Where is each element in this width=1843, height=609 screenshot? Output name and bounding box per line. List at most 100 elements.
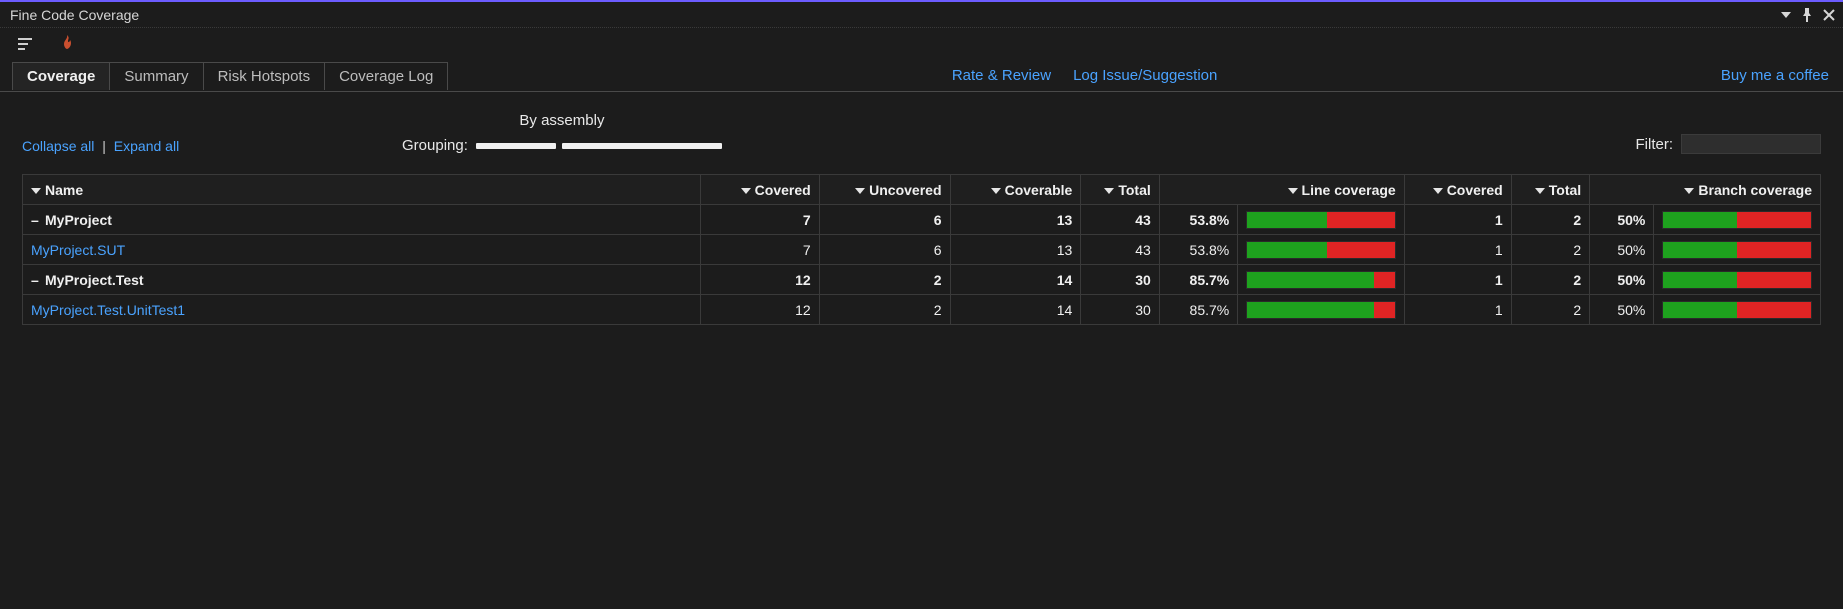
coverage-bar-uncovered: [1737, 302, 1811, 318]
coverage-bar: [1662, 241, 1812, 259]
log-issue-link[interactable]: Log Issue/Suggestion: [1073, 67, 1217, 84]
sort-icon: [31, 188, 41, 194]
sort-icon: [1684, 188, 1694, 194]
sort-icon: [1535, 188, 1545, 194]
window-options-dropdown-icon[interactable]: [1781, 12, 1791, 18]
coverage-bar-covered: [1247, 242, 1326, 258]
class-link[interactable]: MyProject.Test.UnitTest1: [31, 302, 185, 318]
branch-total-cell: 2: [1511, 235, 1589, 265]
header-row: Name Covered Uncovered Coverable Total L…: [23, 175, 1821, 205]
uncovered-cell: 2: [819, 265, 950, 295]
uncovered-cell: 6: [819, 205, 950, 235]
collapse-icon[interactable]: –: [31, 272, 45, 288]
line-bar-cell: [1238, 235, 1404, 265]
uncovered-cell: 2: [819, 295, 950, 325]
coverage-bar-covered: [1663, 272, 1737, 288]
col-total[interactable]: Total: [1081, 175, 1159, 205]
rate-review-link[interactable]: Rate & Review: [952, 67, 1051, 84]
name-cell: MyProject.SUT: [23, 235, 701, 265]
total-cell: 43: [1081, 205, 1159, 235]
covered-cell: 12: [700, 265, 819, 295]
col-covered[interactable]: Covered: [700, 175, 819, 205]
line-bar-cell: [1238, 265, 1404, 295]
col-total-label: Total: [1118, 182, 1150, 198]
total-cell: 30: [1081, 265, 1159, 295]
collapse-all-link[interactable]: Collapse all: [22, 138, 94, 154]
filter-input[interactable]: [1681, 134, 1821, 154]
coverage-bar-uncovered: [1737, 212, 1811, 228]
col-branch-coverage[interactable]: Branch coverage: [1590, 175, 1821, 205]
grouping-slider[interactable]: [476, 143, 722, 149]
col-uncovered[interactable]: Uncovered: [819, 175, 950, 205]
slider-track-right[interactable]: [562, 143, 722, 149]
coverable-cell: 13: [950, 205, 1081, 235]
col-coverable[interactable]: Coverable: [950, 175, 1081, 205]
branch-pct-cell: 50%: [1590, 205, 1654, 235]
branch-bar-cell: [1654, 265, 1821, 295]
class-row: MyProject.SUT76134353.8%1250%: [23, 235, 1821, 265]
uncovered-cell: 6: [819, 235, 950, 265]
coverable-cell: 13: [950, 235, 1081, 265]
class-link[interactable]: MyProject.SUT: [31, 242, 125, 258]
tab-summary[interactable]: Summary: [110, 63, 203, 90]
col-coverable-label: Coverable: [1005, 182, 1073, 198]
toolbar: [0, 28, 1843, 60]
pin-icon[interactable]: [1801, 8, 1813, 22]
tab-coverage-log[interactable]: Coverage Log: [325, 63, 447, 90]
right-link: Buy me a coffee: [1721, 67, 1829, 84]
center-links: Rate & Review Log Issue/Suggestion: [448, 67, 1721, 84]
col-line-coverage[interactable]: Line coverage: [1159, 175, 1404, 205]
assembly-row: –MyProject.Test122143085.7%1250%: [23, 265, 1821, 295]
sort-icon: [1433, 188, 1443, 194]
branch-covered-cell: 1: [1404, 235, 1511, 265]
window-buttons: [1781, 8, 1837, 22]
expand-all-link[interactable]: Expand all: [114, 138, 179, 154]
line-pct-cell: 53.8%: [1159, 235, 1237, 265]
branch-pct-cell: 50%: [1590, 235, 1654, 265]
coverage-bar: [1662, 271, 1812, 289]
buy-coffee-link[interactable]: Buy me a coffee: [1721, 67, 1829, 84]
coverable-cell: 14: [950, 265, 1081, 295]
collapse-icon[interactable]: –: [31, 212, 45, 228]
branch-pct-cell: 50%: [1590, 295, 1654, 325]
sort-icon: [855, 188, 865, 194]
window-title-bar: Fine Code Coverage: [0, 2, 1843, 28]
coverage-tool-icon[interactable]: [16, 33, 38, 55]
branch-bar-cell: [1654, 235, 1821, 265]
coverage-bar: [1246, 241, 1395, 259]
close-icon[interactable]: [1823, 9, 1835, 21]
branch-covered-cell: 1: [1404, 205, 1511, 235]
coverage-bar-covered: [1247, 272, 1373, 288]
line-pct-cell: 85.7%: [1159, 265, 1237, 295]
coverage-bar-uncovered: [1737, 242, 1811, 258]
col-name[interactable]: Name: [23, 175, 701, 205]
assembly-name: MyProject: [45, 212, 112, 228]
grouping-mode-label: By assembly: [402, 112, 722, 129]
col-branch-total[interactable]: Total: [1511, 175, 1589, 205]
col-covered-label: Covered: [755, 182, 811, 198]
flame-icon[interactable]: [56, 33, 78, 55]
tab-row: CoverageSummaryRisk HotspotsCoverage Log…: [0, 60, 1843, 92]
branch-pct-cell: 50%: [1590, 265, 1654, 295]
coverage-bar-uncovered: [1327, 242, 1395, 258]
sort-icon: [741, 188, 751, 194]
line-bar-cell: [1238, 295, 1404, 325]
covered-cell: 7: [700, 235, 819, 265]
name-cell: MyProject.Test.UnitTest1: [23, 295, 701, 325]
tab-risk-hotspots[interactable]: Risk Hotspots: [204, 63, 326, 90]
branch-bar-cell: [1654, 295, 1821, 325]
coverage-bar: [1246, 211, 1395, 229]
grouping-label: Grouping:: [402, 137, 468, 154]
col-branch-coverage-label: Branch coverage: [1698, 182, 1812, 198]
coverage-bar-covered: [1247, 212, 1326, 228]
slider-track-left[interactable]: [476, 143, 556, 149]
filter-label: Filter:: [1636, 136, 1674, 153]
col-line-coverage-label: Line coverage: [1302, 182, 1396, 198]
sort-icon: [1104, 188, 1114, 194]
sort-icon: [1288, 188, 1298, 194]
tab-coverage[interactable]: Coverage: [13, 63, 110, 90]
col-branch-covered[interactable]: Covered: [1404, 175, 1511, 205]
content-area: Collapse all | Expand all By assembly Gr…: [0, 92, 1843, 339]
col-branch-covered-label: Covered: [1447, 182, 1503, 198]
coverage-bar: [1246, 271, 1395, 289]
